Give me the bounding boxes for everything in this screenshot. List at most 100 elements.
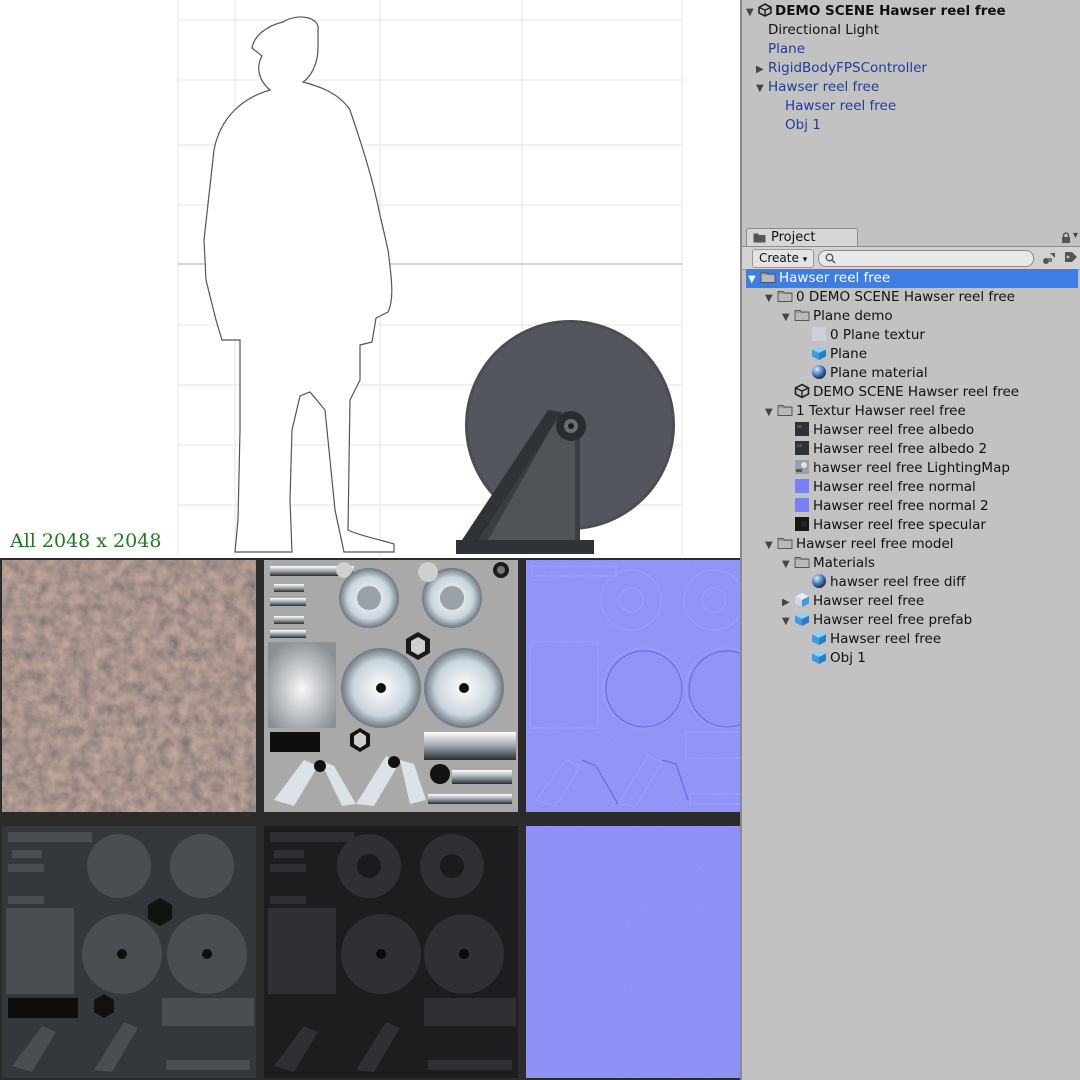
hierarchy-scene-row[interactable]: ▼ DEMO SCENE Hawser reel free [746,2,1006,21]
resolution-caption: All 2048 x 2048 [10,530,162,552]
lock-icon[interactable] [1060,232,1072,244]
unity-scene-icon [794,383,813,400]
hierarchy-panel: ▼ DEMO SCENE Hawser reel free Directional… [740,0,1080,222]
folder-icon [760,270,779,286]
project-item-label: Hawser reel free normal [813,479,976,495]
search-icon [825,253,836,264]
filter-by-type-icon[interactable] [1042,251,1056,265]
project-item-label: 0 Plane textur [830,327,925,343]
collapse-arrow-icon[interactable]: ▼ [782,612,794,631]
filter-by-label-icon[interactable] [1064,251,1078,265]
hierarchy-item[interactable]: Hawser reel free [785,97,896,116]
hierarchy-item[interactable]: Obj 1 [785,116,821,135]
hierarchy-item-label: Directional Light [768,22,879,38]
project-item[interactable]: ▼ 1 Textur Hawser reel free [765,402,966,421]
project-item-label: Plane [830,346,868,362]
texture-specular [264,826,518,1078]
project-item-label: DEMO SCENE Hawser reel free [813,384,1020,400]
project-item[interactable]: ▼ Materials [782,554,875,573]
project-item-label: Hawser reel free specular [813,517,986,533]
project-item[interactable]: Plane material [799,364,928,383]
project-item-label: Plane material [830,365,928,381]
project-item[interactable]: Hawser reel free albedo 2 [782,440,987,459]
material-sphere-icon [811,365,830,381]
texture-icon [794,460,813,476]
hierarchy-item[interactable]: Plane [768,40,805,59]
search-input[interactable] [839,256,1019,270]
project-item-label: Hawser reel free albedo [813,422,975,438]
project-item-label: 0 DEMO SCENE Hawser reel free [796,289,1015,305]
expand-arrow-icon[interactable]: ▶ [782,593,794,612]
prefab-cube-icon [794,612,813,628]
project-item[interactable]: DEMO SCENE Hawser reel free [782,383,1019,402]
folder-icon [794,555,813,571]
collapse-arrow-icon[interactable]: ▼ [748,270,760,289]
collapse-arrow-icon[interactable]: ▼ [765,536,777,555]
texture-grid [0,558,780,1080]
project-item[interactable]: Hawser reel free normal [782,478,976,497]
folder-icon [777,403,796,419]
collapse-arrow-icon[interactable]: ▼ [765,403,777,422]
project-item[interactable]: ▶ Hawser reel free [782,592,924,611]
project-item-label: Hawser reel free normal 2 [813,498,989,514]
prefab-cube-icon [811,631,830,647]
project-item[interactable]: 0 Plane textur [799,326,925,345]
project-item-label: Plane demo [813,308,893,324]
project-item[interactable]: ▼ Plane demo [782,307,893,326]
texture-albedo-dark [2,826,256,1078]
texture-icon [794,422,813,438]
project-item[interactable]: hawser reel free diff [799,573,966,592]
collapse-arrow-icon[interactable]: ▼ [782,308,794,327]
project-item[interactable]: Hawser reel free specular [782,516,986,535]
project-item-label: Obj 1 [830,650,866,666]
expand-arrow-icon[interactable]: ▶ [756,60,768,79]
panel-menu-icon[interactable]: ▾ [1073,230,1078,241]
collapse-arrow-icon[interactable]: ▼ [756,79,768,98]
search-field[interactable] [818,250,1034,270]
create-button-label: Create [759,251,799,265]
project-item[interactable]: Obj 1 [799,649,866,668]
material-sphere-icon [811,574,830,590]
prefab-cube-icon [811,346,830,362]
hierarchy-item-label: Obj 1 [785,117,821,133]
tab-project-label: Project [771,230,816,245]
project-item[interactable]: Hawser reel free normal 2 [782,497,989,516]
project-panel: Project ▾ Create ▾ ▼ Hawser reel free ▼ 0 D… [740,222,1080,1080]
project-tabbar: Project ▾ [742,226,1080,246]
project-item[interactable]: Hawser reel free [799,630,941,649]
project-item[interactable]: ▼ Hawser reel free prefab [782,611,972,630]
project-item-label: hawser reel free diff [830,574,966,590]
project-item[interactable]: Plane [799,345,867,364]
normal-map-icon [794,498,813,514]
project-folder-icon [753,233,766,243]
hawser-reel-model [456,320,675,554]
collapse-arrow-icon[interactable]: ▼ [765,289,777,308]
project-item-label: Hawser reel free prefab [813,612,973,628]
texture-icon [794,441,813,457]
hierarchy-item[interactable]: ▶ RigidBodyFPSController [756,59,927,78]
project-item[interactable]: ▼ Hawser reel free model [765,535,954,554]
hierarchy-item-label: RigidBodyFPSController [768,60,927,76]
hierarchy-item[interactable]: ▼ Hawser reel free [756,78,879,97]
folder-icon [777,289,796,305]
unity-scene-icon [758,3,772,17]
project-item[interactable]: Hawser reel free albedo [782,421,974,440]
tab-project[interactable]: Project [746,228,858,246]
human-silhouette [203,16,395,553]
create-button[interactable]: Create ▾ [752,249,815,268]
project-item-label: hawser reel free LightingMap [813,460,1010,476]
project-item[interactable]: ▼ 0 DEMO SCENE Hawser reel free [765,288,1015,307]
texture-icon [794,517,813,533]
texture-lighting-map [264,560,518,812]
project-item-label: Hawser reel free [830,631,942,647]
prefab-cube-icon [811,650,830,666]
project-item-label: Hawser reel free albedo 2 [813,441,988,457]
hierarchy-item-label: Plane [768,41,806,57]
project-item[interactable]: hawser reel free LightingMap [782,459,1010,478]
expand-arrow-icon[interactable]: ▼ [746,3,758,22]
project-item-label: Hawser reel free [779,270,891,286]
collapse-arrow-icon[interactable]: ▼ [782,555,794,574]
project-item[interactable]: ▼ Hawser reel free [746,269,1078,288]
texture-icon [811,327,830,343]
hierarchy-item[interactable]: Directional Light [768,21,879,40]
